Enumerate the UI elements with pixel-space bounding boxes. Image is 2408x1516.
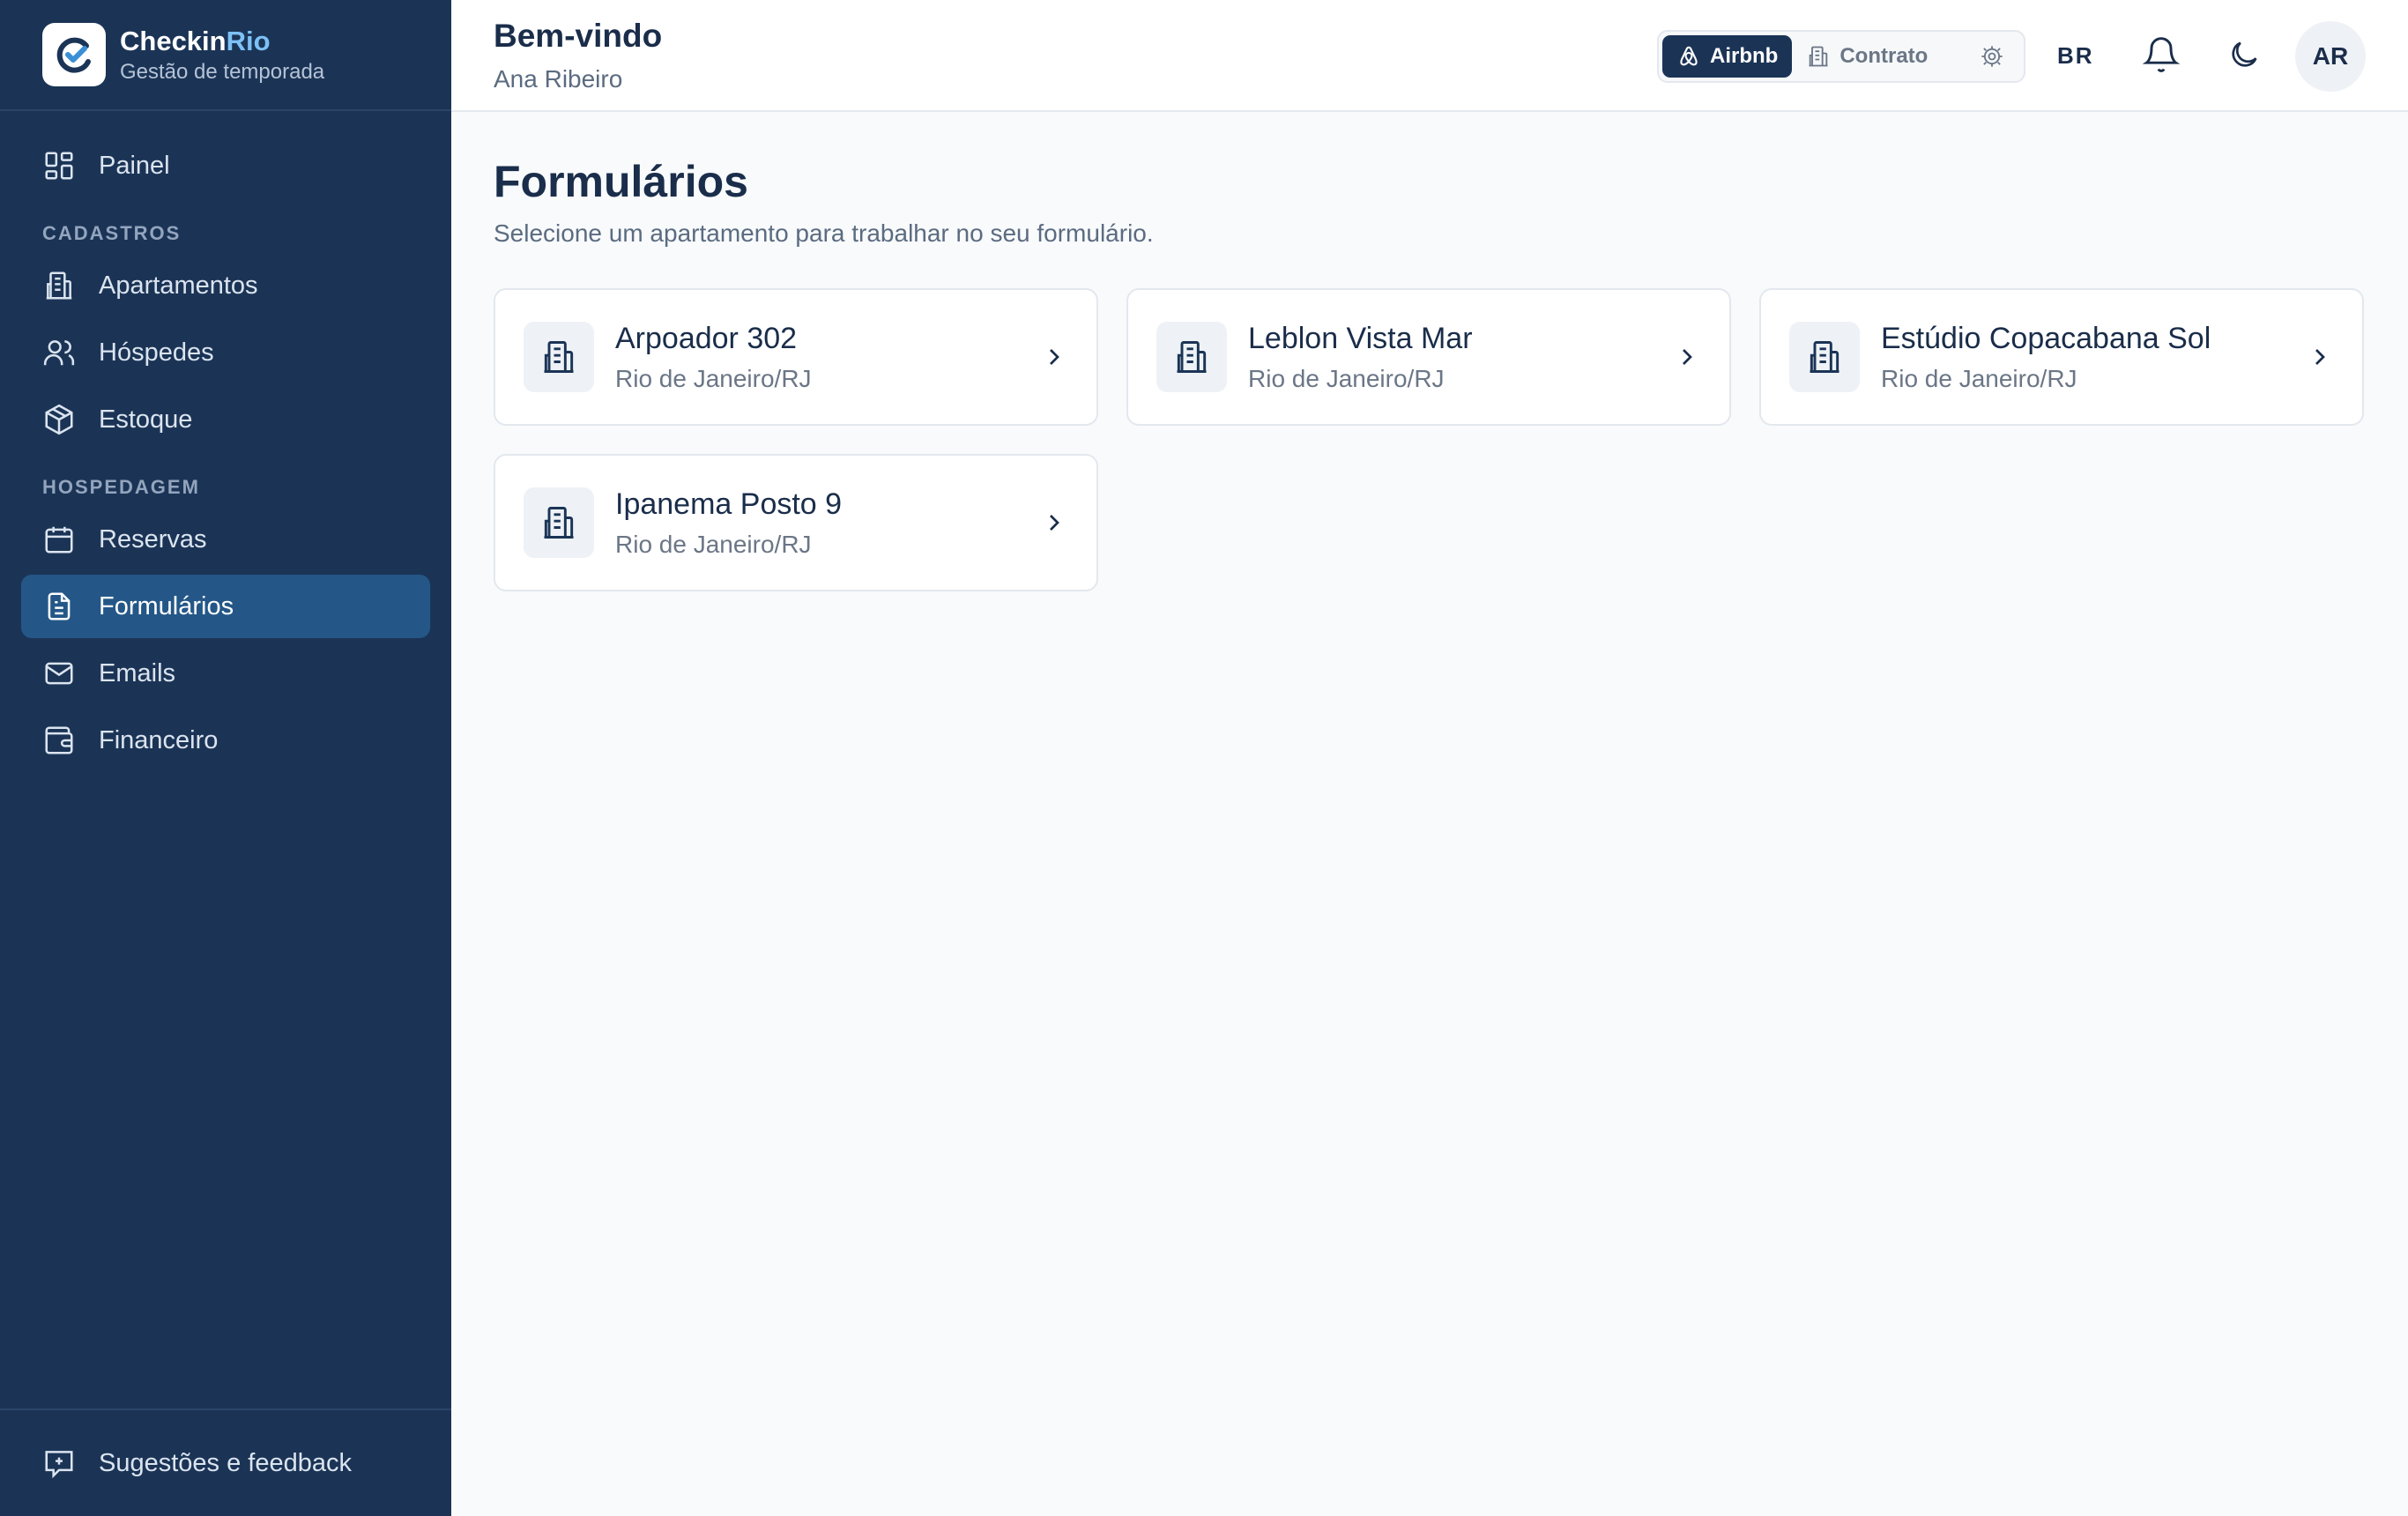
feedback-button[interactable]: Sugestões e feedback [21,1431,430,1495]
mode-settings-button[interactable] [1974,39,2010,74]
chevron-right-icon [2315,349,2325,365]
avatar[interactable]: AR [2295,21,2366,92]
sidebar-item-hospedes[interactable]: Hóspedes [21,321,430,384]
building-icon [46,271,72,300]
building-icon [1156,322,1227,392]
greeting-title: Bem-vindo [494,18,663,54]
sidebar-item-label: Formulários [99,591,234,621]
apartment-city: Rio de Janeiro/RJ [1248,364,1445,392]
building-icon [524,322,594,392]
apartment-card[interactable]: Estúdio Copacabana Sol Rio de Janeiro/RJ [1759,288,2364,426]
building-icon [1809,46,1828,67]
sidebar-item-financeiro[interactable]: Financeiro [21,709,430,772]
sidebar-footer: Sugestões e feedback [0,1408,451,1516]
package-icon [45,404,73,435]
notifications-button[interactable] [2142,35,2181,78]
sidebar-item-formularios[interactable]: Formulários [21,575,430,638]
sidebar-item-label: Reservas [99,524,207,554]
building-icon [524,487,594,558]
sidebar-item-label: Financeiro [99,725,219,754]
page-subtitle: Selecione um apartamento para trabalhar … [494,219,1154,247]
apartment-city: Rio de Janeiro/RJ [615,364,812,392]
wallet-icon [45,726,73,754]
apartment-name: Ipanema Posto 9 [615,487,843,521]
apartment-city: Rio de Janeiro/RJ [1881,364,2077,392]
airbnb-icon [1680,46,1698,66]
sidebar-item-label: Painel [99,151,170,180]
page-title: Formulários [494,157,748,206]
sidebar-item-painel[interactable]: Painel [21,134,430,197]
calendar-icon [45,526,73,554]
apartment-grid: Arpoador 302 Rio de Janeiro/RJ Leblon Vi… [494,288,2366,591]
mode-contrato-label: Contrato [1839,44,1929,68]
mode-airbnb-button[interactable]: Airbnb [1662,35,1793,78]
theme-toggle-button[interactable] [2226,37,2262,77]
users-icon [43,340,75,366]
logo-icon [42,23,106,86]
bell-icon [2142,37,2181,72]
building-icon [1789,322,1860,392]
main-content: Formulários Selecione um apartamento par… [494,112,2366,591]
mode-contrato-button[interactable]: Contrato [1792,35,1942,78]
user-name: Ana Ribeiro [494,65,623,93]
apartment-name: Arpoador 302 [615,321,798,355]
message-plus-icon [45,1451,73,1479]
sidebar-nav: Painel CADASTROS Apartamentos Hóspedes E… [0,111,451,772]
gear-icon [1981,46,2003,67]
apartment-card[interactable]: Ipanema Posto 9 Rio de Janeiro/RJ [494,454,1098,591]
sidebar-item-label: Estoque [99,405,193,434]
nav-section-title: CADASTROS [42,222,182,244]
sidebar-item-apartamentos[interactable]: Apartamentos [21,254,430,317]
sidebar-item-label: Hóspedes [99,338,214,367]
sidebar: CheckinRio Gestão de temporada Painel CA… [0,0,451,1516]
apartment-card[interactable]: Leblon Vista Mar Rio de Janeiro/RJ [1126,288,1731,426]
greeting: Bem-vindo Ana Ribeiro [494,18,662,93]
sidebar-item-label: Apartamentos [99,271,258,300]
sidebar-item-label: Emails [99,658,176,687]
mail-icon [45,662,73,685]
mode-airbnb-label: Airbnb [1710,44,1779,68]
brand: CheckinRio Gestão de temporada [0,0,451,111]
brand-tagline: Gestão de temporada [120,60,325,84]
apartment-card[interactable]: Arpoador 302 Rio de Janeiro/RJ [494,288,1098,426]
apartment-name: Estúdio Copacabana Sol [1881,321,2211,355]
mode-switch: Airbnb Contrato [1657,30,2025,83]
sidebar-item-reservas[interactable]: Reservas [21,508,430,571]
chevron-right-icon [1683,349,1692,365]
chevron-right-icon [1050,349,1059,365]
moon-icon [2232,41,2257,67]
sidebar-item-emails[interactable]: Emails [21,642,430,705]
top-bar: Bem-vindo Ana Ribeiro Airbnb Contrato BR… [451,0,2408,112]
sidebar-item-estoque[interactable]: Estoque [21,388,430,451]
language-selector[interactable]: BR [2057,42,2094,70]
apartment-city: Rio de Janeiro/RJ [615,530,812,558]
apartment-name: Leblon Vista Mar [1248,321,1473,355]
brand-name: CheckinRio [120,26,271,56]
chevron-right-icon [1050,515,1059,531]
nav-section-title: HOSPEDAGEM [42,476,200,498]
feedback-label: Sugestões e feedback [99,1448,352,1477]
dashboard-icon [45,152,73,180]
file-text-icon [48,592,71,621]
